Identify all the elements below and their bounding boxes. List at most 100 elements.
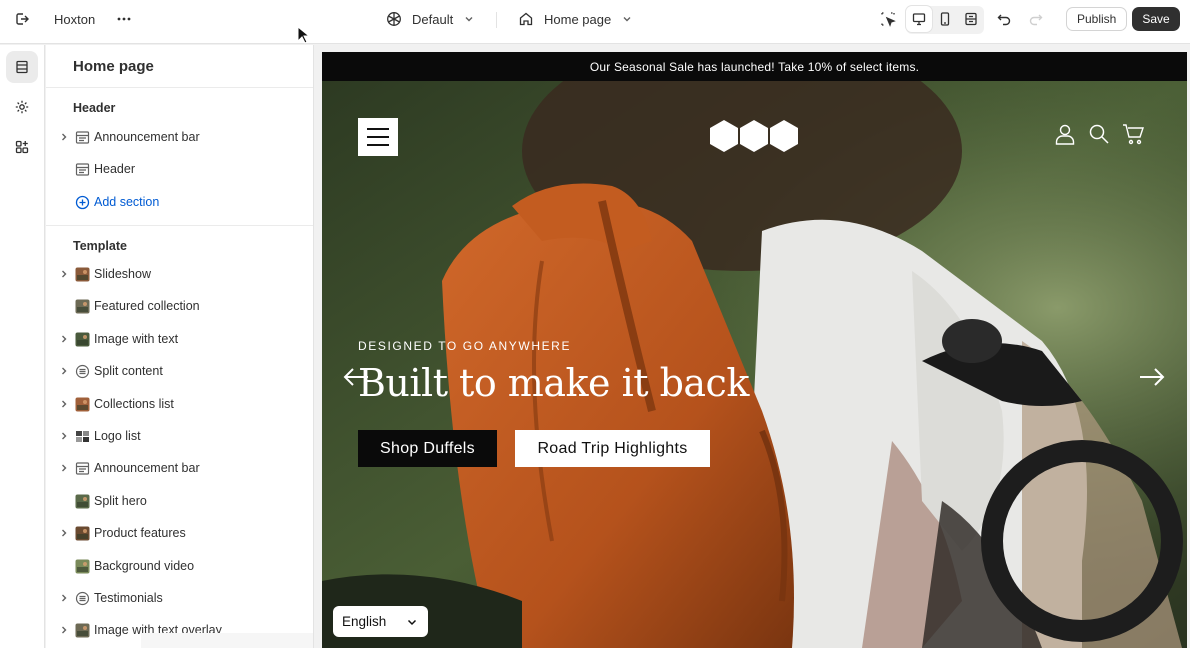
- header-icons: [1054, 123, 1144, 145]
- sidebar-item-label: Announcement bar: [94, 461, 200, 475]
- image-thumb-icon: [75, 332, 90, 347]
- sidebar-item-product-features[interactable]: Product features: [46, 518, 313, 548]
- slideshow-hero: DESIGNED TO GO ANYWHERE Built to make it…: [322, 81, 1187, 648]
- device-toggle: [906, 6, 984, 34]
- language-label: English: [342, 614, 387, 629]
- sidebar-item-label: Logo list: [94, 429, 141, 443]
- hero-eyebrow: DESIGNED TO GO ANYWHERE: [358, 339, 572, 353]
- image-thumb-icon: [75, 526, 90, 541]
- sections-sidebar: Home page Header Announcement bar Header…: [46, 45, 314, 648]
- divider: [496, 12, 497, 28]
- chevron-down-icon: [408, 619, 417, 625]
- plus-circle-icon: [75, 195, 90, 210]
- section-layout-icon: [75, 163, 90, 176]
- publish-button[interactable]: Publish: [1066, 7, 1128, 31]
- chevron-right-icon[interactable]: [59, 268, 69, 280]
- mobile-icon[interactable]: [932, 6, 958, 32]
- sidebar-item-label: Image with text: [94, 332, 179, 346]
- horizontal-scrollbar[interactable]: [141, 633, 313, 648]
- search-icon[interactable]: [1088, 123, 1110, 145]
- image-thumb-icon: [75, 494, 90, 509]
- chevron-right-icon[interactable]: [59, 592, 69, 604]
- chevron-right-icon[interactable]: [59, 131, 69, 143]
- shop-duffels-button[interactable]: Shop Duffels: [358, 430, 497, 467]
- sidebar-item-label: Split content: [94, 364, 163, 378]
- save-button[interactable]: Save: [1132, 7, 1180, 31]
- sidebar-item-label: Slideshow: [94, 267, 151, 281]
- sidebar-item-label: Product features: [94, 526, 186, 540]
- hero-headline: Built to make it back: [358, 361, 749, 405]
- arrow-right-icon[interactable]: [1138, 367, 1166, 387]
- sidebar-title: Home page: [73, 58, 154, 75]
- sidebar-item-label: Testimonials: [94, 591, 163, 605]
- image-thumb-icon: [75, 397, 90, 412]
- left-rail: [0, 45, 45, 648]
- inspector-icon[interactable]: [874, 5, 902, 33]
- section-layout-icon: [75, 462, 90, 475]
- sidebar-item-label: Split hero: [94, 494, 147, 508]
- store-name: Hoxton: [54, 12, 96, 27]
- sidebar-item-logo-list[interactable]: Logo list: [46, 421, 313, 451]
- sidebar-item-announcement-bar[interactable]: Announcement bar: [46, 122, 313, 152]
- sidebar-item-split-hero[interactable]: Split hero: [46, 486, 313, 516]
- page-selector[interactable]: Home page: [518, 8, 633, 30]
- section-layout-icon: [75, 131, 90, 144]
- exit-icon[interactable]: [8, 5, 36, 33]
- gear-icon[interactable]: [6, 91, 38, 123]
- sidebar-item-testimonials[interactable]: Testimonials: [46, 583, 313, 613]
- sidebar-item-background-video[interactable]: Background video: [46, 551, 313, 581]
- cart-icon[interactable]: [1122, 123, 1144, 145]
- desktop-icon[interactable]: [906, 6, 932, 32]
- divider: [46, 225, 313, 226]
- store-preview: Our Seasonal Sale has launched! Take 10%…: [322, 52, 1187, 648]
- page-label: Home page: [544, 11, 612, 27]
- logo-thumb-icon: [76, 431, 89, 442]
- theme-label: Default: [412, 11, 454, 27]
- sidebar-item-announcement-bar[interactable]: Announcement bar: [46, 453, 313, 483]
- palette-icon: [387, 12, 401, 26]
- image-thumb-icon: [75, 267, 90, 282]
- fullscreen-icon[interactable]: [958, 6, 984, 32]
- announcement-bar[interactable]: Our Seasonal Sale has launched! Take 10%…: [322, 52, 1187, 81]
- chevron-right-icon[interactable]: [59, 398, 69, 410]
- apps-icon[interactable]: [6, 131, 38, 163]
- redo-icon[interactable]: [1022, 5, 1050, 33]
- sidebar-item-label: Collections list: [94, 397, 174, 411]
- chevron-right-icon[interactable]: [59, 462, 69, 474]
- language-selector[interactable]: English: [333, 606, 428, 637]
- chevron-right-icon[interactable]: [59, 333, 69, 345]
- chevron-right-icon[interactable]: [59, 527, 69, 539]
- chevron-down-icon: [623, 17, 631, 22]
- sidebar-item-label: Background video: [94, 559, 195, 573]
- add-section-button[interactable]: Add section: [46, 187, 313, 217]
- chevron-right-icon[interactable]: [59, 365, 69, 377]
- sidebar-item-label: Featured collection: [94, 299, 200, 313]
- hamburger-menu-icon[interactable]: [358, 118, 398, 156]
- header-group-label: Header: [73, 101, 116, 115]
- road-trip-highlights-button[interactable]: Road Trip Highlights: [515, 430, 710, 467]
- list-icon: [75, 591, 90, 606]
- sidebar-item-slideshow[interactable]: Slideshow: [46, 259, 313, 289]
- theme-selector[interactable]: Default: [386, 8, 475, 30]
- image-thumb-icon: [75, 299, 90, 314]
- home-icon: [519, 12, 533, 26]
- add-section-label: Add section: [94, 195, 160, 209]
- chevron-right-icon[interactable]: [59, 624, 69, 636]
- sidebar-item-header[interactable]: Header: [46, 154, 313, 184]
- sections-icon[interactable]: [6, 51, 38, 83]
- chevron-down-icon: [465, 17, 473, 22]
- undo-icon[interactable]: [990, 5, 1018, 33]
- image-thumb-icon: [75, 559, 90, 574]
- sidebar-item-label: Announcement bar: [94, 130, 200, 144]
- image-thumb-icon: [75, 623, 90, 638]
- top-bar: Hoxton Default Home page Publish Save: [0, 0, 1190, 44]
- sidebar-item-label: Header: [94, 162, 135, 176]
- account-icon[interactable]: [1054, 123, 1076, 145]
- sidebar-item-featured-collection[interactable]: Featured collection: [46, 291, 313, 321]
- sidebar-item-split-content[interactable]: Split content: [46, 356, 313, 386]
- sidebar-item-image-with-text[interactable]: Image with text: [46, 324, 313, 354]
- sidebar-item-collections-list[interactable]: Collections list: [46, 389, 313, 419]
- chevron-right-icon[interactable]: [59, 430, 69, 442]
- store-logo[interactable]: [708, 119, 800, 153]
- more-actions-icon[interactable]: [110, 5, 138, 33]
